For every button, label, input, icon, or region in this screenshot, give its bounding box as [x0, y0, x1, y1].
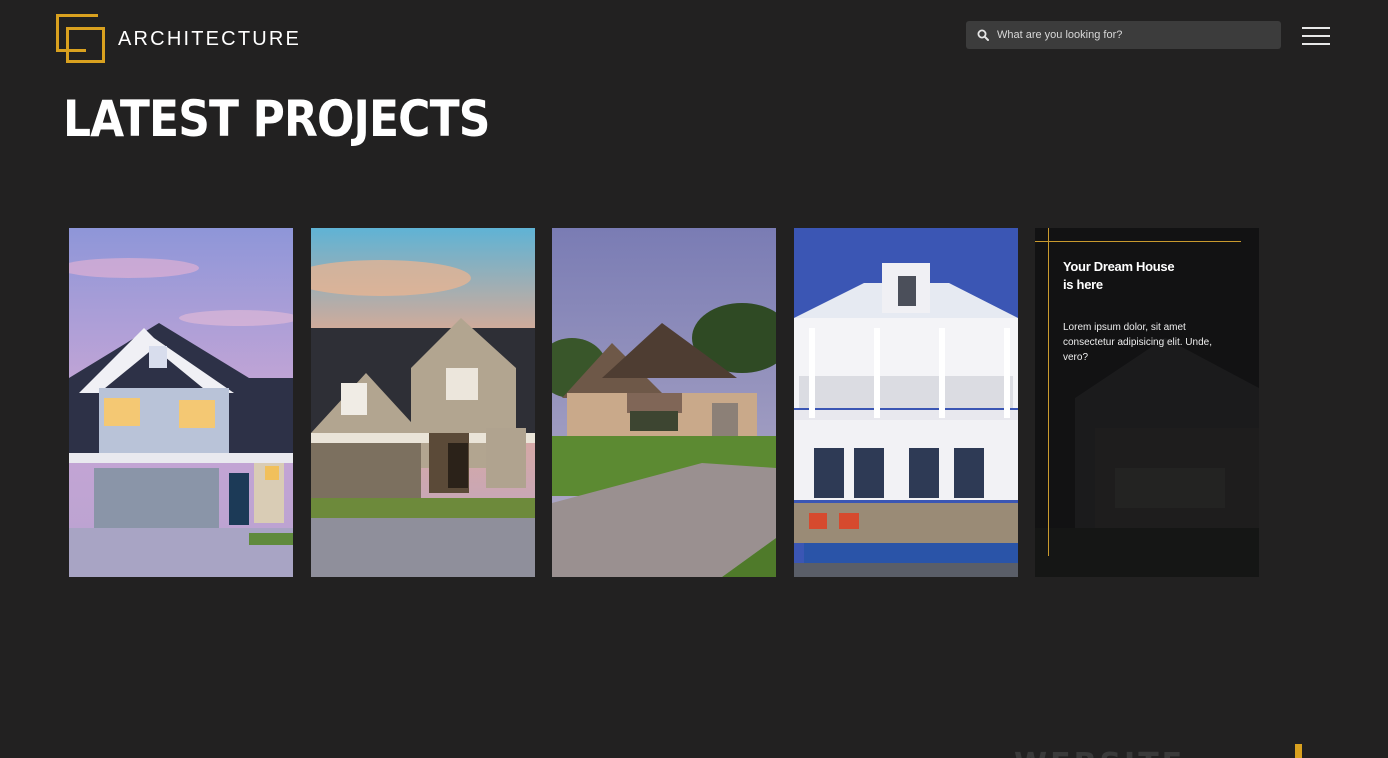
promo-heading: Your Dream House is here	[1063, 258, 1213, 294]
promo-card[interactable]: Your Dream House is here Lorem ipsum dol…	[1035, 228, 1259, 577]
logo-squares-icon	[56, 14, 106, 64]
page-title: LATEST PROJECTS	[63, 90, 490, 148]
promo-heading-line1: Your Dream House	[1063, 259, 1175, 274]
brand-name: ARCHITECTURE	[118, 27, 302, 50]
project-card-2[interactable]	[311, 228, 535, 577]
project-card-3[interactable]	[552, 228, 776, 577]
search-input[interactable]	[995, 28, 1269, 42]
search-icon	[977, 29, 989, 41]
hamburger-menu-icon[interactable]	[1302, 26, 1330, 46]
page: ARCHITECTURE LATEST PROJECTS	[0, 0, 1388, 758]
promo-heading-line2: is here	[1063, 277, 1103, 292]
footer-heading-partial: WEBSITE	[1014, 744, 1284, 758]
project-image	[552, 228, 776, 577]
gold-rule-vertical	[1048, 228, 1049, 556]
gold-rule-horizontal	[1035, 241, 1241, 242]
project-image	[794, 228, 1018, 577]
footer-accent-bar	[1295, 744, 1302, 758]
project-image	[69, 228, 293, 577]
project-image	[311, 228, 535, 577]
project-card-4[interactable]	[794, 228, 1018, 577]
project-card-1[interactable]	[69, 228, 293, 577]
promo-body: Lorem ipsum dolor, sit amet consectetur …	[1063, 322, 1212, 363]
search-bar[interactable]	[966, 21, 1281, 49]
brand-logo[interactable]: ARCHITECTURE	[56, 14, 301, 64]
